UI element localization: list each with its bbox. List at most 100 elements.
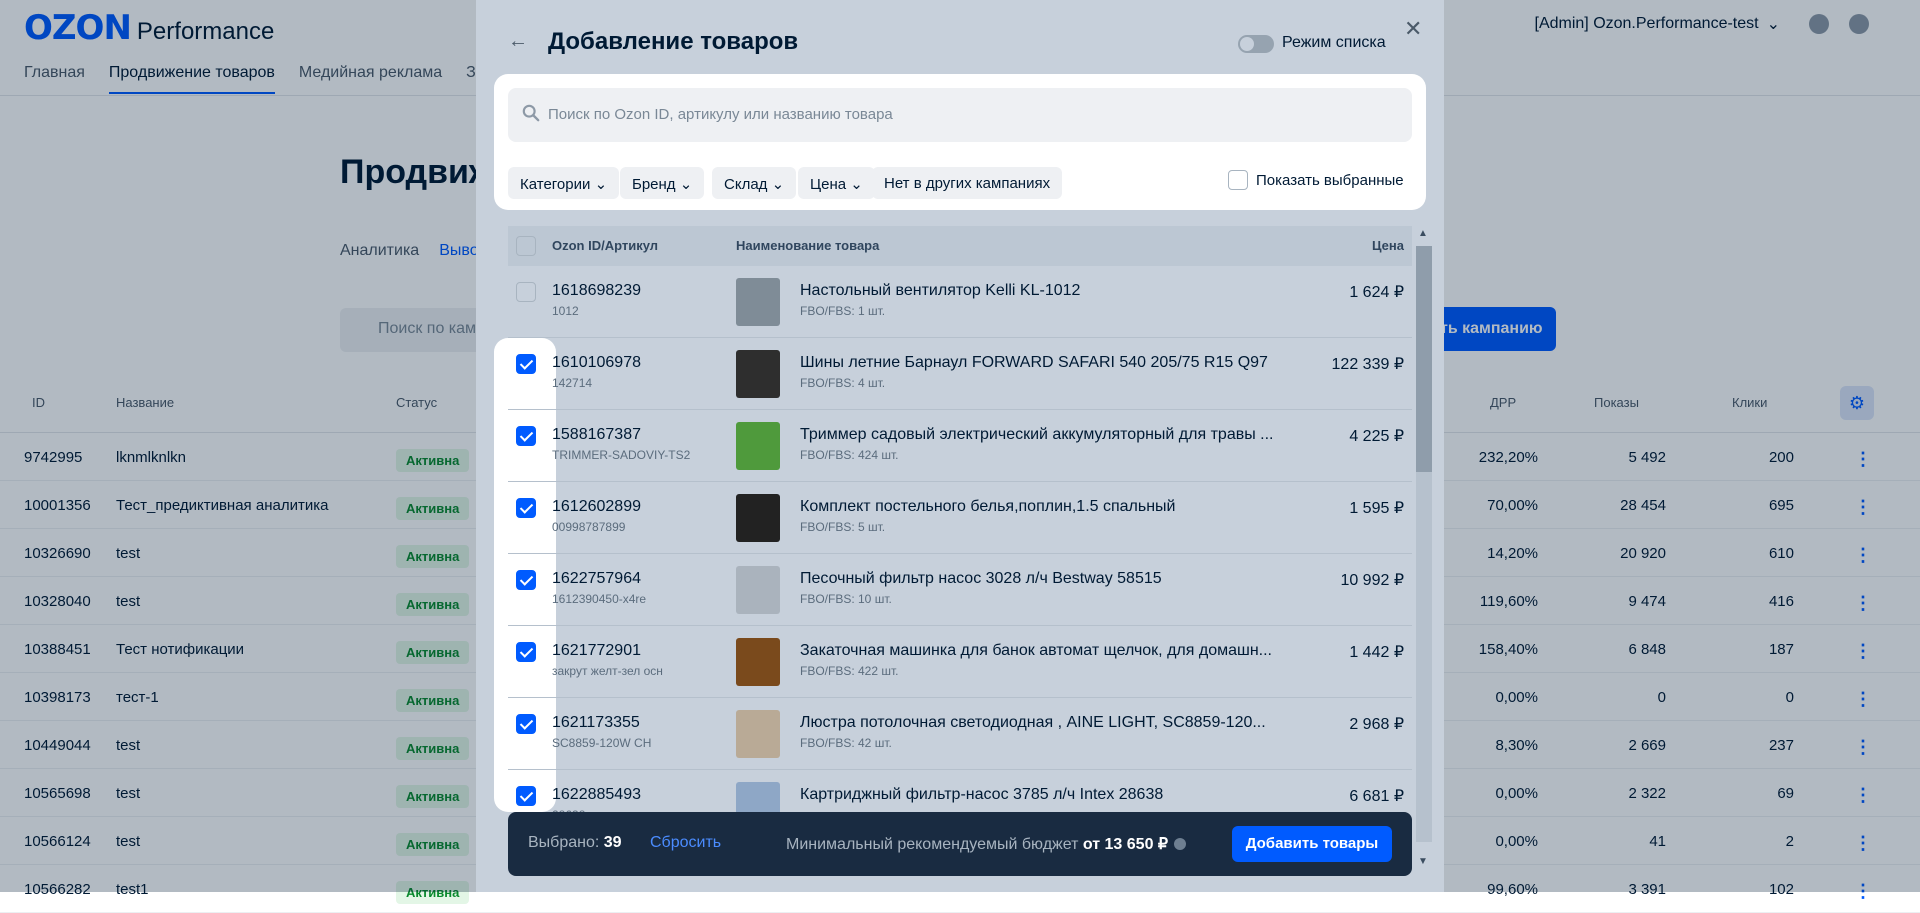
product-id: 1612602899 [552, 498, 641, 515]
product-thumbnail[interactable] [736, 350, 780, 398]
filter-label: Склад [724, 176, 768, 193]
product-thumbnail[interactable] [736, 422, 780, 470]
product-checkbox[interactable] [516, 282, 536, 302]
product-sku: закрут желт-зел осн [552, 664, 663, 678]
product-price: 2 968 ₽ [1349, 716, 1404, 733]
product-checkbox[interactable] [516, 714, 536, 734]
product-row[interactable]: 1621173355 SC8859-120W CH Люстра потолочна… [508, 698, 1412, 770]
selection-footer: Выбрано: 39 Сбросить Минимальный рекомен… [508, 812, 1412, 876]
chevron-down-icon: ⌄ [850, 176, 863, 193]
product-row[interactable]: 1618698239 1012 Настольный вентилятор Kell… [508, 266, 1412, 338]
product-checkbox[interactable] [516, 642, 536, 662]
product-sku: 142714 [552, 376, 593, 390]
product-checkbox[interactable] [516, 498, 536, 518]
checkbox-wrap[interactable] [516, 714, 536, 739]
product-sku: 00998787899 [552, 520, 626, 534]
close-icon[interactable]: ✕ [1404, 16, 1422, 42]
info-icon[interactable] [1174, 838, 1187, 850]
search-icon [522, 104, 540, 122]
checkbox-wrap[interactable] [516, 282, 536, 307]
product-thumbnail[interactable] [736, 494, 780, 542]
product-row[interactable]: 1621772901 закрут желт-зел осн Закаточная … [508, 626, 1412, 698]
chevron-down-icon: ⌄ [679, 176, 693, 193]
scroll-thumb[interactable] [1416, 246, 1432, 472]
search-placeholder: Поиск по Ozon ID, артикулу или названию … [548, 106, 893, 123]
filter-label: Цена [810, 176, 847, 193]
product-checkbox[interactable] [516, 354, 536, 374]
product-name: Закаточная машинка для банок автомат щел… [800, 642, 1272, 659]
checkbox-wrap[interactable] [516, 786, 536, 811]
product-price: 122 339 ₽ [1331, 356, 1404, 373]
product-id: 1610106978 [552, 354, 641, 371]
product-row[interactable]: 1588167387 TRIMMER-SADOVIY-TS2 Триммер сад… [508, 410, 1412, 482]
show-selected-checkbox[interactable]: Показать выбранные [1228, 170, 1404, 190]
chevron-down-icon: ⌄ [771, 176, 785, 193]
filter-brand[interactable]: Бренд ⌄ [620, 167, 705, 199]
filter-not-in-other-campaigns[interactable]: Нет в других кампаниях [872, 167, 1063, 199]
scrollbar[interactable]: ▲ ▼ [1414, 228, 1434, 868]
product-name: Люстра потолочная светодиодная , AINE LI… [800, 714, 1266, 731]
col-product-name: Наименование товара [736, 238, 880, 253]
show-selected-label: Показать выбранные [1256, 171, 1404, 189]
product-name: Комплект постельного белья,поплин,1.5 сп… [800, 498, 1176, 515]
selected-number: 39 [603, 834, 622, 851]
chevron-down-icon: ⌄ [594, 176, 608, 193]
filter-label: Бренд [632, 176, 676, 193]
product-stock: FBO/FBS: 4 шт. [800, 376, 886, 390]
selected-count: Выбрано: 39 [528, 834, 622, 852]
product-thumbnail[interactable] [736, 710, 780, 758]
product-thumbnail[interactable] [736, 638, 780, 686]
scroll-down-icon[interactable]: ▼ [1418, 856, 1428, 867]
product-name: Песочный фильтр насос 3028 л/ч Bestway 5… [800, 570, 1162, 587]
checkbox[interactable] [1228, 170, 1248, 190]
product-price: 10 992 ₽ [1340, 572, 1404, 589]
product-row[interactable]: 1610106978 142714 Шины летние Барнаул FORW… [508, 338, 1412, 410]
product-price: 1 442 ₽ [1349, 644, 1404, 661]
checkbox-wrap[interactable] [516, 426, 536, 451]
product-price: 4 225 ₽ [1349, 428, 1404, 445]
product-checkbox[interactable] [516, 426, 536, 446]
product-id: 1622885493 [552, 786, 641, 803]
filter-warehouse[interactable]: Склад ⌄ [712, 167, 797, 199]
scroll-up-icon[interactable]: ▲ [1418, 228, 1428, 239]
selected-label: Выбрано: [528, 834, 600, 851]
products-table-header: Ozon ID/Артикул Наименование товара Цена [508, 226, 1412, 266]
product-id: 1621173355 [552, 714, 640, 731]
add-products-button[interactable]: Добавить товары [1232, 826, 1392, 862]
filter-label: Нет в других кампаниях [884, 175, 1051, 192]
filter-price[interactable]: Цена ⌄ [798, 167, 875, 199]
product-name: Настольный вентилятор Kelli KL-1012 [800, 282, 1081, 299]
checkbox-wrap[interactable] [516, 354, 536, 379]
product-price: 1 624 ₽ [1349, 284, 1404, 301]
product-sku: 1612390450-x4re [552, 592, 647, 606]
product-row[interactable]: 1612602899 00998787899 Комплект постельног… [508, 482, 1412, 554]
product-checkbox[interactable] [516, 570, 536, 590]
product-thumbnail[interactable] [736, 566, 780, 614]
product-stock: FBO/FBS: 1 шт. [800, 304, 886, 318]
product-row[interactable]: 1622757964 1612390450-x4re Песочный фильтр… [508, 554, 1412, 626]
product-id: 1621772901 [552, 642, 641, 659]
product-name: Шины летние Барнаул FORWARD SAFARI 540 2… [800, 354, 1268, 371]
product-thumbnail[interactable] [736, 278, 780, 326]
checkbox-wrap[interactable] [516, 498, 536, 523]
filter-categories[interactable]: Категории ⌄ [508, 167, 620, 199]
product-id: 1588167387 [552, 426, 641, 443]
product-id: 1622757964 [552, 570, 641, 587]
product-sku: 1012 [552, 304, 579, 318]
product-sku: TRIMMER-SADOVIY-TS2 [552, 448, 691, 462]
product-stock: FBO/FBS: 422 шт. [800, 664, 899, 678]
select-all-checkbox[interactable] [516, 236, 536, 256]
product-price: 1 595 ₽ [1349, 500, 1404, 517]
checkbox-wrap[interactable] [516, 642, 536, 667]
product-search-input[interactable]: Поиск по Ozon ID, артикулу или названию … [508, 88, 1412, 142]
list-mode-toggle[interactable] [1238, 35, 1274, 53]
back-arrow-icon[interactable]: ← [508, 30, 528, 53]
product-checkbox[interactable] [516, 786, 536, 806]
col-ozon-id: Ozon ID/Артикул [552, 238, 659, 253]
product-name: Картриджный фильтр-насос 3785 л/ч Intex … [800, 786, 1164, 803]
product-stock: FBO/FBS: 10 шт. [800, 592, 892, 606]
budget-label: Минимальный рекомендуемый бюджет [786, 836, 1079, 853]
checkbox-wrap[interactable] [516, 570, 536, 595]
product-stock: FBO/FBS: 42 шт. [800, 736, 892, 750]
reset-link[interactable]: Сбросить [650, 834, 721, 852]
